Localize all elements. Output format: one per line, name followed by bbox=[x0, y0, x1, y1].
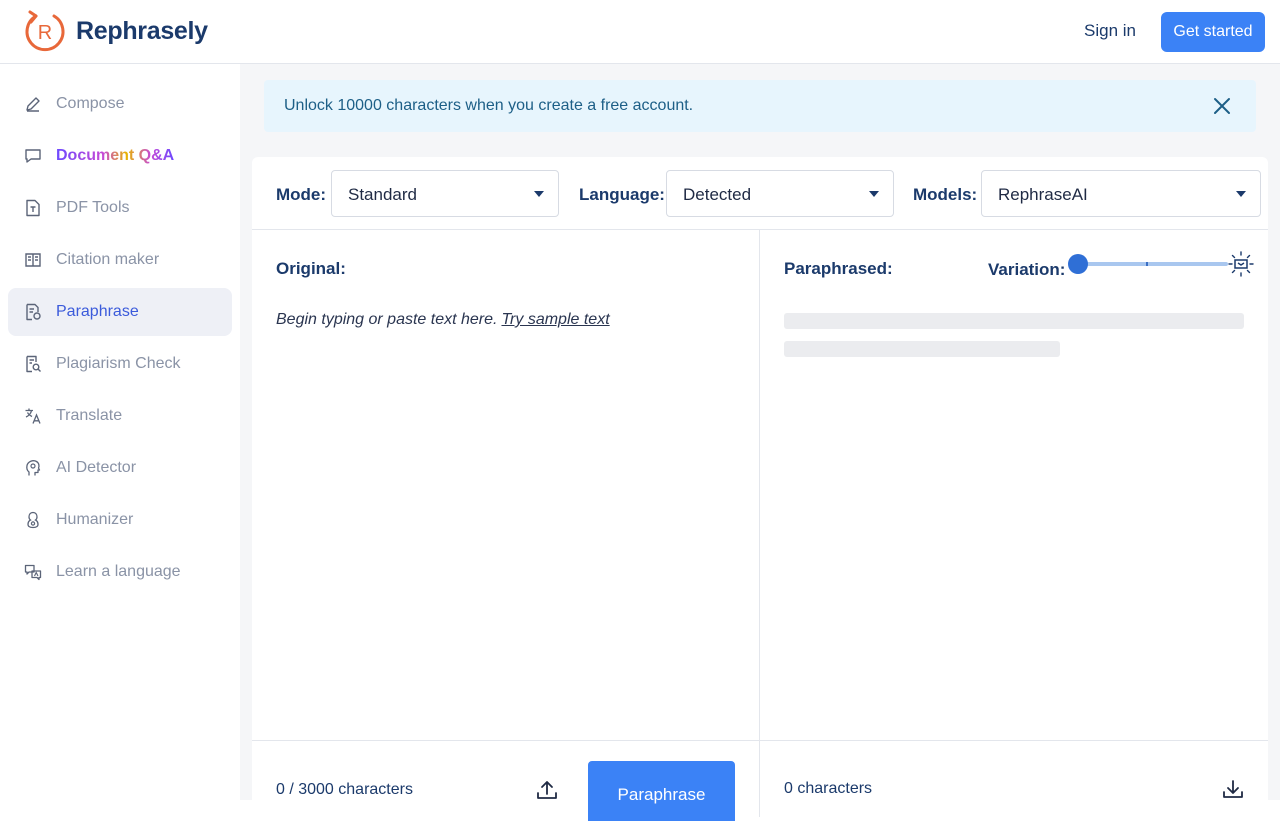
sidebar-item-document-qa[interactable]: Document Q&A bbox=[8, 132, 232, 180]
sidebar-item-label: Compose bbox=[56, 95, 125, 112]
banner-text: Unlock 10000 characters when you create … bbox=[284, 97, 694, 114]
creative-sparkle-icon bbox=[1228, 251, 1254, 277]
paraphrase-button[interactable]: Paraphrase bbox=[588, 761, 735, 821]
logo-mark-icon: R bbox=[25, 10, 65, 52]
sidebar-item-ai-detector[interactable]: AI Detector bbox=[8, 444, 232, 492]
pencil-icon bbox=[26, 97, 40, 112]
mode-select[interactable]: Standard bbox=[331, 170, 559, 217]
top-header: R Rephrasely Sign in Get started bbox=[0, 0, 1280, 64]
language-select[interactable]: Detected bbox=[666, 170, 894, 217]
paraphrase-doc-icon bbox=[26, 303, 41, 321]
original-char-count: 0 / 3000 characters bbox=[276, 781, 413, 798]
chat-bubble-icon bbox=[25, 149, 41, 163]
models-label: Models: bbox=[913, 185, 978, 204]
paraphrased-char-count: 0 characters bbox=[784, 780, 873, 797]
caret-down-icon bbox=[534, 191, 544, 197]
sidebar-item-citation-maker[interactable]: Citation maker bbox=[8, 236, 232, 284]
caret-down-icon bbox=[1236, 191, 1246, 197]
pdf-file-icon bbox=[26, 199, 40, 217]
loading-skeleton-line bbox=[784, 313, 1244, 329]
ai-head-icon bbox=[26, 460, 41, 476]
sidebar-item-label: Plagiarism Check bbox=[56, 355, 181, 372]
sign-in-link[interactable]: Sign in bbox=[1084, 21, 1136, 41]
variation-label: Variation: bbox=[988, 260, 1066, 279]
original-title: Original: bbox=[276, 259, 346, 278]
sidebar-item-pdf-tools[interactable]: PDF Tools bbox=[8, 184, 232, 232]
sidebar-item-learn-a-language[interactable]: Learn a language bbox=[8, 548, 232, 596]
mode-label: Mode: bbox=[276, 185, 327, 204]
signup-banner: Unlock 10000 characters when you create … bbox=[264, 80, 1256, 132]
sidebar-item-paraphrase[interactable]: Paraphrase bbox=[8, 288, 232, 336]
sidebar-item-label: Document Q&A bbox=[56, 147, 175, 164]
sidebar: Compose Document Q&A PDF Tools Citation … bbox=[0, 64, 240, 800]
paraphraser-card: Mode: Standard Language: Detected Models… bbox=[252, 157, 1268, 821]
plagiarism-search-icon bbox=[26, 355, 41, 373]
get-started-button[interactable]: Get started bbox=[1161, 12, 1265, 52]
logo-letter: R bbox=[38, 22, 52, 44]
variation-slider-tick bbox=[1146, 262, 1148, 266]
language-label: Language: bbox=[579, 185, 665, 204]
caret-down-icon bbox=[869, 191, 879, 197]
sidebar-item-compose[interactable]: Compose bbox=[8, 80, 232, 128]
brand-logo[interactable]: R Rephrasely bbox=[24, 10, 208, 52]
language-cards-icon bbox=[24, 564, 42, 581]
sidebar-item-label: AI Detector bbox=[56, 459, 137, 476]
sidebar-item-label: Learn a language bbox=[56, 563, 181, 580]
sidebar-item-translate[interactable]: Translate bbox=[8, 392, 232, 440]
paraphraser-toolbar: Mode: Standard Language: Detected Models… bbox=[252, 157, 1268, 230]
humanizer-icon bbox=[27, 511, 39, 529]
try-sample-text-link[interactable]: Try sample text bbox=[501, 311, 609, 328]
sidebar-item-label: Humanizer bbox=[56, 511, 134, 528]
translate-icon bbox=[25, 408, 41, 424]
upload-icon[interactable] bbox=[536, 779, 558, 801]
original-footer: 0 / 3000 characters Paraphrase bbox=[252, 740, 760, 821]
placeholder-text: Begin typing or paste text here. bbox=[276, 311, 498, 328]
paraphrased-footer: 0 characters bbox=[760, 740, 1268, 820]
variation-slider-track[interactable] bbox=[1078, 262, 1228, 266]
close-icon[interactable] bbox=[1212, 96, 1232, 116]
book-icon bbox=[25, 253, 41, 267]
main-content: Unlock 10000 characters when you create … bbox=[240, 64, 1280, 821]
original-placeholder[interactable]: Begin typing or paste text here. Try samp… bbox=[276, 311, 610, 329]
download-icon[interactable] bbox=[1222, 778, 1244, 800]
loading-skeleton-line bbox=[784, 341, 1060, 357]
variation-slider-thumb[interactable] bbox=[1068, 254, 1088, 274]
brand-name: Rephrasely bbox=[76, 16, 208, 45]
models-value: RephraseAI bbox=[998, 185, 1088, 204]
language-value: Detected bbox=[683, 185, 752, 204]
sidebar-item-humanizer[interactable]: Humanizer bbox=[8, 496, 232, 544]
paraphrased-pane: Paraphrased: Variation: 0 characters bbox=[760, 230, 1268, 817]
paraphrased-title: Paraphrased: bbox=[784, 259, 893, 278]
sidebar-item-label: Citation maker bbox=[56, 251, 160, 268]
original-pane[interactable]: Original: Begin typing or paste text her… bbox=[252, 230, 760, 821]
models-select[interactable]: RephraseAI bbox=[981, 170, 1261, 217]
sidebar-item-label: Paraphrase bbox=[56, 303, 139, 320]
sidebar-item-plagiarism-check[interactable]: Plagiarism Check bbox=[8, 340, 232, 388]
sidebar-item-label: Translate bbox=[56, 407, 123, 424]
mode-value: Standard bbox=[348, 185, 417, 204]
sidebar-item-label: PDF Tools bbox=[56, 199, 130, 216]
